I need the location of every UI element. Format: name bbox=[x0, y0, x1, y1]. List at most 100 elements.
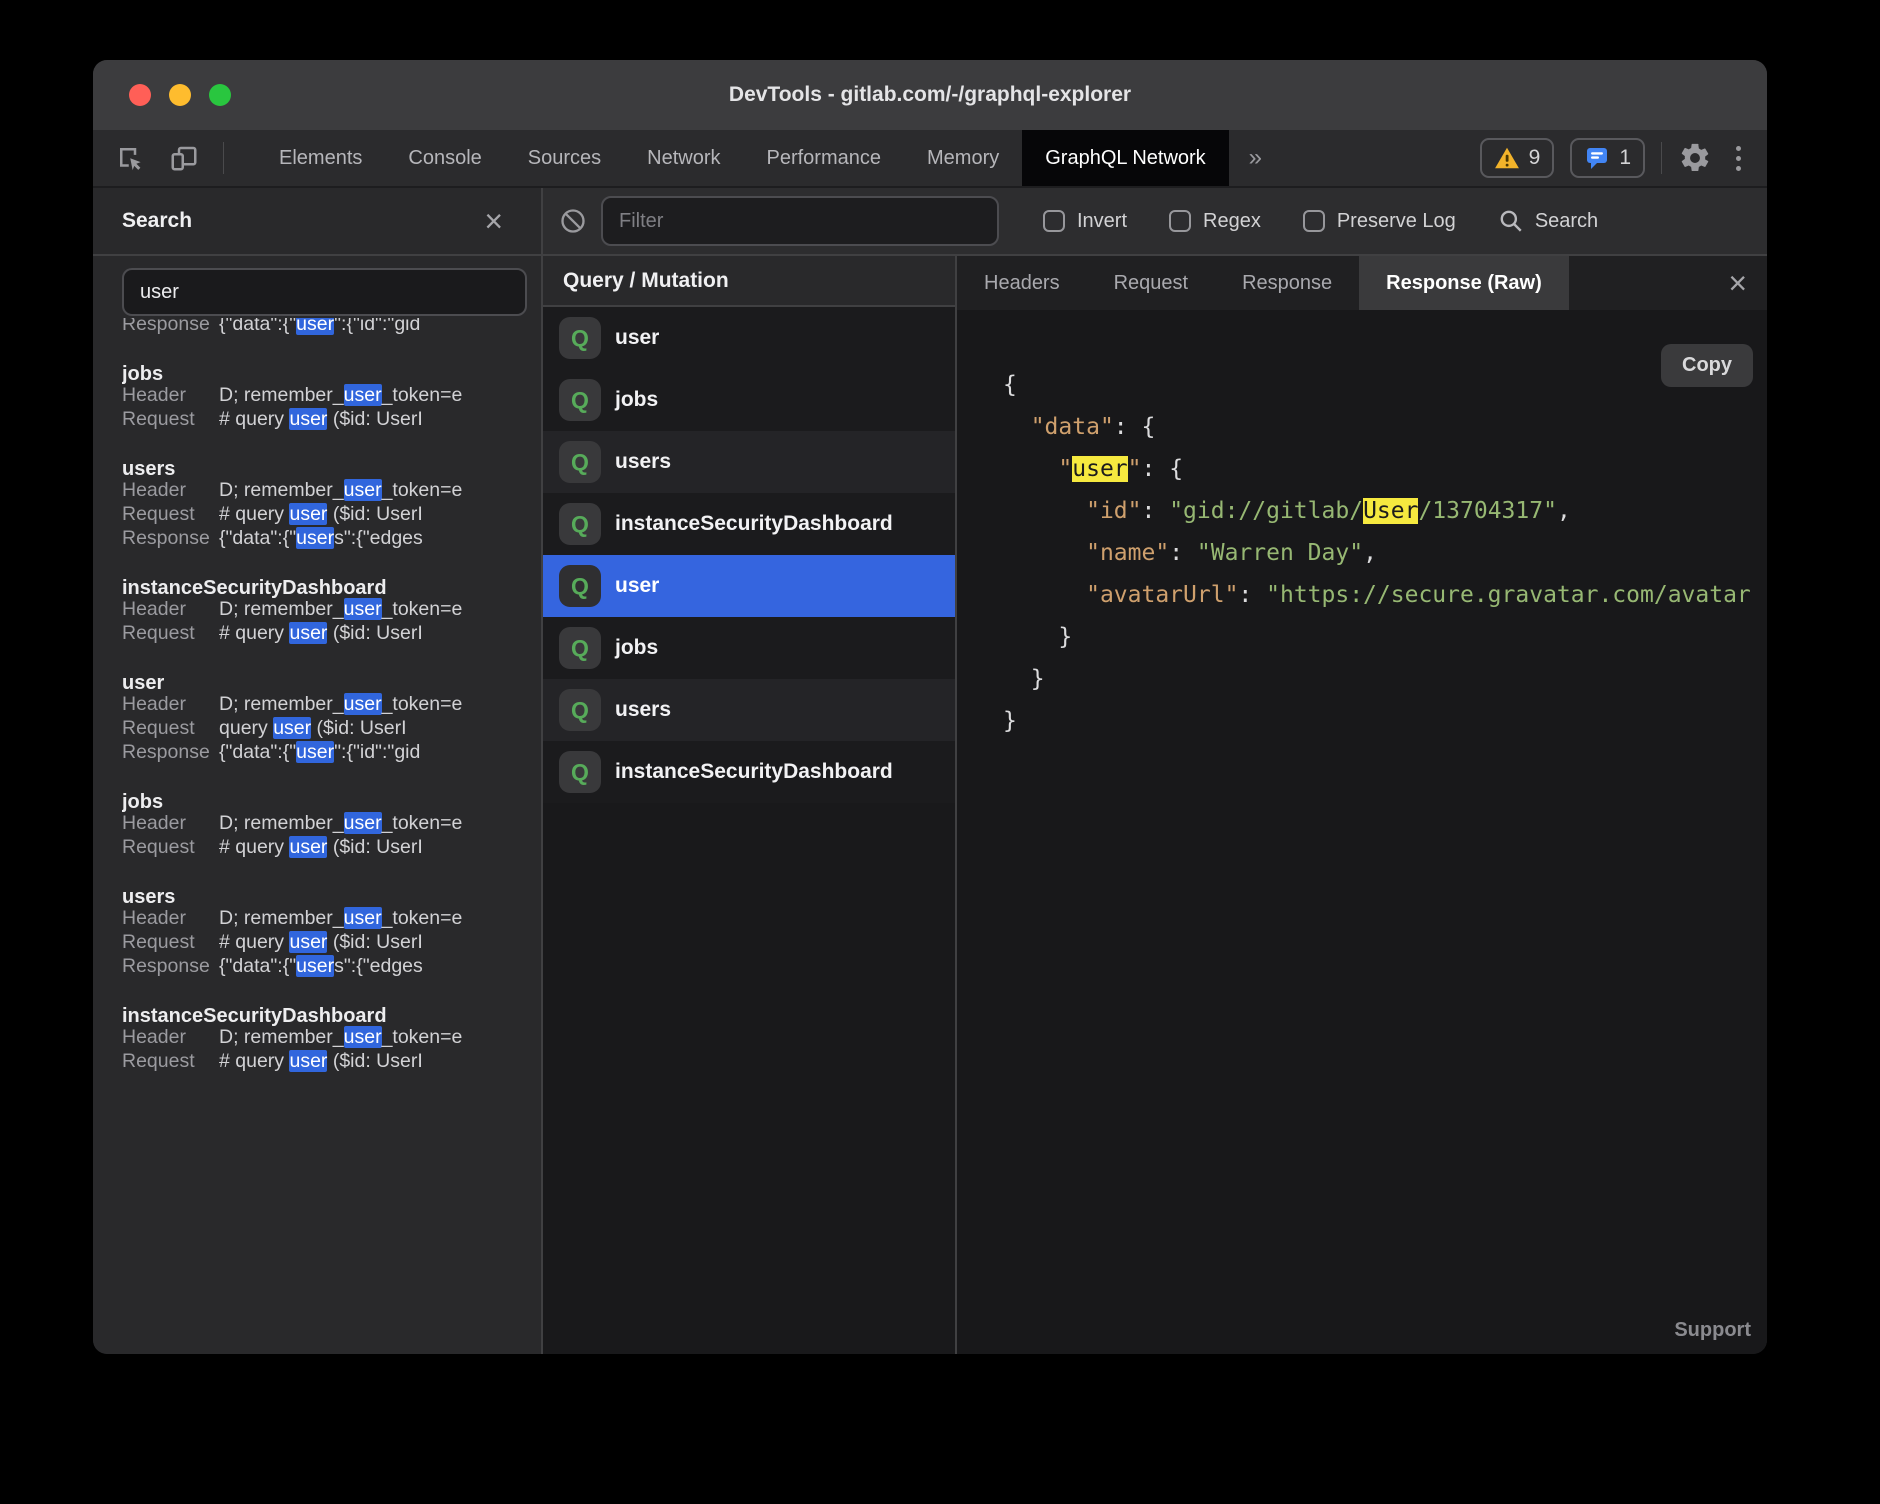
query-type-badge: Q bbox=[559, 317, 601, 359]
result-type-label: Header bbox=[122, 479, 219, 502]
filter-input[interactable] bbox=[601, 196, 999, 246]
checkbox-preserve-log[interactable]: Preserve Log bbox=[1303, 210, 1456, 233]
device-toolbar-icon[interactable] bbox=[169, 143, 199, 173]
close-details-icon[interactable]: × bbox=[1728, 267, 1767, 299]
devtools-tab-sources[interactable]: Sources bbox=[505, 130, 624, 186]
json-line: } bbox=[1003, 700, 1767, 742]
issues-badge[interactable]: 1 bbox=[1570, 138, 1645, 178]
search-input[interactable] bbox=[122, 268, 527, 316]
checkbox-label: Regex bbox=[1203, 210, 1261, 233]
result-value: D; remember_user_token=e bbox=[219, 1026, 462, 1049]
search-pane-header: Search × bbox=[93, 188, 543, 254]
minimize-window-button[interactable] bbox=[169, 84, 191, 106]
json-line: } bbox=[1003, 616, 1767, 658]
json-line: "user": { bbox=[1003, 448, 1767, 490]
query-type-badge: Q bbox=[559, 689, 601, 731]
result-value: # query user ($id: UserI bbox=[219, 503, 423, 526]
devtools-tab-performance[interactable]: Performance bbox=[744, 130, 905, 186]
result-type-label: Request bbox=[122, 622, 219, 645]
result-value: query user ($id: UserI bbox=[219, 717, 407, 740]
query-item-jobs[interactable]: Qjobs bbox=[543, 369, 955, 431]
query-panel-title: Query / Mutation bbox=[543, 256, 955, 307]
query-list: QuserQjobsQusersQinstanceSecurityDashboa… bbox=[543, 307, 955, 803]
copy-button[interactable]: Copy bbox=[1661, 344, 1753, 387]
inspect-element-icon[interactable] bbox=[115, 143, 145, 173]
more-tabs-chevron[interactable]: » bbox=[1229, 130, 1282, 186]
query-item-user[interactable]: Quser bbox=[543, 307, 955, 369]
tab-request[interactable]: Request bbox=[1087, 256, 1216, 310]
result-value: {"data":{"user":{"id":"gid bbox=[219, 318, 420, 336]
result-type-label: Request bbox=[122, 408, 219, 431]
result-value: # query user ($id: UserI bbox=[219, 408, 423, 431]
result-type-label: Request bbox=[122, 931, 219, 954]
query-item-instancesecuritydashboard[interactable]: QinstanceSecurityDashboard bbox=[543, 493, 955, 555]
result-value: {"data":{"users":{"edges bbox=[219, 527, 423, 550]
devtools-tab-elements[interactable]: Elements bbox=[256, 130, 385, 186]
result-type-label: Response bbox=[122, 741, 219, 764]
traffic-lights bbox=[129, 60, 231, 130]
json-line: "data": { bbox=[1003, 406, 1767, 448]
result-value: D; remember_user_token=e bbox=[219, 907, 462, 930]
result-type-label: Response bbox=[122, 527, 219, 550]
support-link[interactable]: Support bbox=[1674, 1319, 1751, 1342]
query-item-users[interactable]: Qusers bbox=[543, 679, 955, 741]
query-item-instancesecuritydashboard[interactable]: QinstanceSecurityDashboard bbox=[543, 741, 955, 803]
close-window-button[interactable] bbox=[129, 84, 151, 106]
result-value: # query user ($id: UserI bbox=[219, 836, 423, 859]
checkbox-invert[interactable]: Invert bbox=[1043, 210, 1127, 233]
filter-checkboxes: Invert Regex Preserve Log bbox=[1043, 210, 1456, 233]
query-item-label: instanceSecurityDashboard bbox=[615, 512, 893, 536]
query-item-jobs[interactable]: Qjobs bbox=[543, 617, 955, 679]
network-filter-bar: Invert Regex Preserve Log Search bbox=[543, 188, 1767, 254]
zoom-window-button[interactable] bbox=[209, 84, 231, 106]
json-line: "avatarUrl": "https://secure.gravatar.co… bbox=[1003, 574, 1767, 616]
toolbar-separator bbox=[223, 142, 224, 174]
tab-response-raw[interactable]: Response (Raw) bbox=[1359, 256, 1569, 310]
search-result-row[interactable]: Response{"data":{"user":{"id":"gid bbox=[122, 318, 541, 342]
result-value: {"data":{"user":{"id":"gid bbox=[219, 741, 420, 764]
query-item-label: user bbox=[615, 574, 659, 598]
message-icon bbox=[1584, 145, 1610, 171]
tab-headers[interactable]: Headers bbox=[957, 256, 1087, 310]
json-viewer: { "data": { "user": { "id": "gid://gitla… bbox=[1003, 364, 1767, 742]
result-type-label: Header bbox=[122, 907, 219, 930]
result-type-label: Header bbox=[122, 384, 219, 407]
query-type-badge: Q bbox=[559, 751, 601, 793]
filter-band: Search × InvertRegexPreserve Log Sea bbox=[93, 188, 1767, 256]
query-type-badge: Q bbox=[559, 379, 601, 421]
query-item-label: user bbox=[615, 326, 659, 350]
result-type-label: Header bbox=[122, 812, 219, 835]
query-item-label: instanceSecurityDashboard bbox=[615, 760, 893, 784]
warnings-badge[interactable]: 9 bbox=[1480, 138, 1555, 178]
close-search-pane-icon[interactable]: × bbox=[484, 205, 503, 237]
query-item-users[interactable]: Qusers bbox=[543, 431, 955, 493]
devtools-tab-network[interactable]: Network bbox=[624, 130, 743, 186]
result-value: D; remember_user_token=e bbox=[219, 479, 462, 502]
query-item-user[interactable]: Quser bbox=[543, 555, 955, 617]
checkbox-label: Invert bbox=[1077, 210, 1127, 233]
issues-count: 1 bbox=[1619, 146, 1631, 170]
checkbox-regex[interactable]: Regex bbox=[1169, 210, 1261, 233]
json-line: "name": "Warren Day", bbox=[1003, 532, 1767, 574]
checkbox-label: Preserve Log bbox=[1337, 210, 1456, 233]
checkbox-box-icon bbox=[1303, 210, 1325, 232]
devtools-tab-console[interactable]: Console bbox=[385, 130, 504, 186]
search-toggle-label: Search bbox=[1535, 210, 1598, 233]
response-panel: HeadersRequestResponseResponse (Raw) × C… bbox=[957, 256, 1767, 1354]
query-type-badge: Q bbox=[559, 503, 601, 545]
result-value: D; remember_user_token=e bbox=[219, 812, 462, 835]
warning-icon bbox=[1494, 146, 1520, 170]
query-item-label: jobs bbox=[615, 388, 658, 412]
devtools-tabs: ElementsConsoleSourcesNetworkPerformance… bbox=[256, 130, 1229, 186]
result-value: # query user ($id: UserI bbox=[219, 1050, 423, 1073]
devtools-tab-memory[interactable]: Memory bbox=[904, 130, 1022, 186]
block-icon[interactable] bbox=[559, 207, 587, 235]
devtools-tab-graphql-network[interactable]: GraphQL Network bbox=[1022, 130, 1228, 186]
titlebar: DevTools - gitlab.com/-/graphql-explorer bbox=[93, 60, 1767, 130]
kebab-menu-icon[interactable] bbox=[1728, 146, 1749, 171]
response-content: Copy { "data": { "user": { "id": "gid://… bbox=[957, 310, 1767, 1354]
gear-icon[interactable] bbox=[1678, 141, 1712, 175]
warnings-count: 9 bbox=[1529, 146, 1541, 170]
search-toggle[interactable]: Search bbox=[1498, 208, 1598, 234]
tab-response[interactable]: Response bbox=[1215, 256, 1359, 310]
